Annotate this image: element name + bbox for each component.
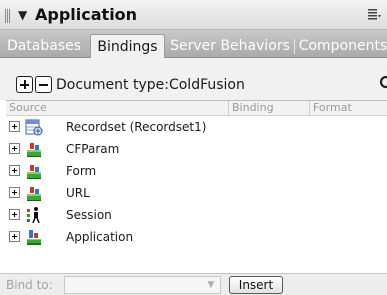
tree-row-label: Recordset (Recordset1)	[66, 120, 207, 134]
tree-row-label: URL	[66, 186, 90, 200]
chevron-down-icon[interactable]: ▼	[204, 279, 218, 291]
bind-to-select[interactable]: ▼	[64, 276, 221, 294]
refresh-icon[interactable]	[375, 75, 387, 89]
session-icon	[27, 207, 40, 224]
plus-icon-vertical	[24, 80, 26, 89]
bindings-toolbar: Document type:ColdFusion	[0, 58, 387, 100]
tree-row-recordset[interactable]: Recordset (Recordset1)	[6, 117, 387, 137]
url-icon	[27, 187, 41, 201]
expand-icon[interactable]	[9, 165, 20, 176]
panel-header[interactable]: ▼ Application	[0, 0, 387, 30]
tab-separator	[294, 39, 295, 54]
document-type-label: Document type:ColdFusion	[56, 77, 245, 93]
tree-row-cfparam[interactable]: CFParam	[6, 139, 387, 159]
tree-row-label: Form	[66, 164, 97, 178]
column-binding[interactable]: Binding	[228, 101, 309, 115]
minus-icon	[39, 84, 48, 86]
recordset-icon	[25, 119, 43, 136]
tree-row-label: CFParam	[66, 142, 120, 156]
bindings-tree: Recordset (Recordset1) CFParam Form URL …	[6, 116, 387, 273]
tree-row-form[interactable]: Form	[6, 161, 387, 181]
form-icon	[27, 165, 41, 179]
tab-components[interactable]: Components	[297, 34, 387, 58]
expand-icon[interactable]	[9, 231, 20, 242]
expand-icon[interactable]	[9, 143, 20, 154]
collapse-arrow-icon[interactable]: ▼	[18, 8, 27, 22]
tab-server-behaviors[interactable]: Server Behaviors	[168, 34, 292, 58]
tree-row-label: Session	[66, 208, 112, 222]
expand-icon[interactable]	[9, 209, 20, 220]
insert-button[interactable]: Insert	[229, 276, 283, 294]
bind-bar: Bind to: ▼ Insert	[0, 274, 387, 295]
tab-bar: Databases Bindings Server Behaviors Comp…	[0, 30, 387, 58]
tree-row-application[interactable]: Application	[6, 227, 387, 247]
tab-bindings[interactable]: Bindings	[90, 34, 165, 58]
remove-binding-button[interactable]	[35, 76, 52, 93]
tree-row-url[interactable]: URL	[6, 183, 387, 203]
column-format[interactable]: Format	[309, 101, 387, 115]
expand-icon[interactable]	[9, 121, 20, 132]
tree-row-label: Application	[66, 230, 134, 244]
tree-row-session[interactable]: Session	[6, 205, 387, 225]
bind-to-label: Bind to:	[6, 278, 53, 292]
grip-icon[interactable]	[5, 9, 10, 23]
cfparam-icon	[27, 143, 41, 157]
column-source[interactable]: Source	[6, 101, 228, 115]
expand-icon[interactable]	[9, 187, 20, 198]
column-header: Source Binding Format	[6, 100, 387, 116]
tab-databases[interactable]: Databases	[0, 34, 88, 58]
panel-options-icon[interactable]	[368, 9, 381, 20]
application-icon	[27, 230, 41, 245]
panel-title[interactable]: Application	[35, 5, 137, 24]
add-binding-button[interactable]	[16, 76, 33, 93]
